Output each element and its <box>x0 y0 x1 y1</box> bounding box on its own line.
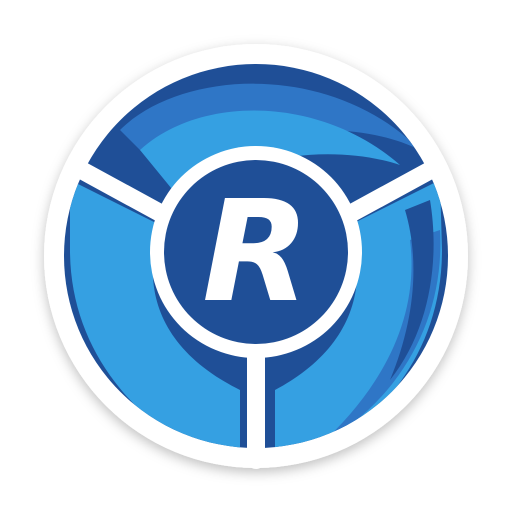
app-icon: R <box>0 0 512 512</box>
logo-letter: R <box>202 171 310 334</box>
app-logo-icon: R <box>44 44 468 469</box>
